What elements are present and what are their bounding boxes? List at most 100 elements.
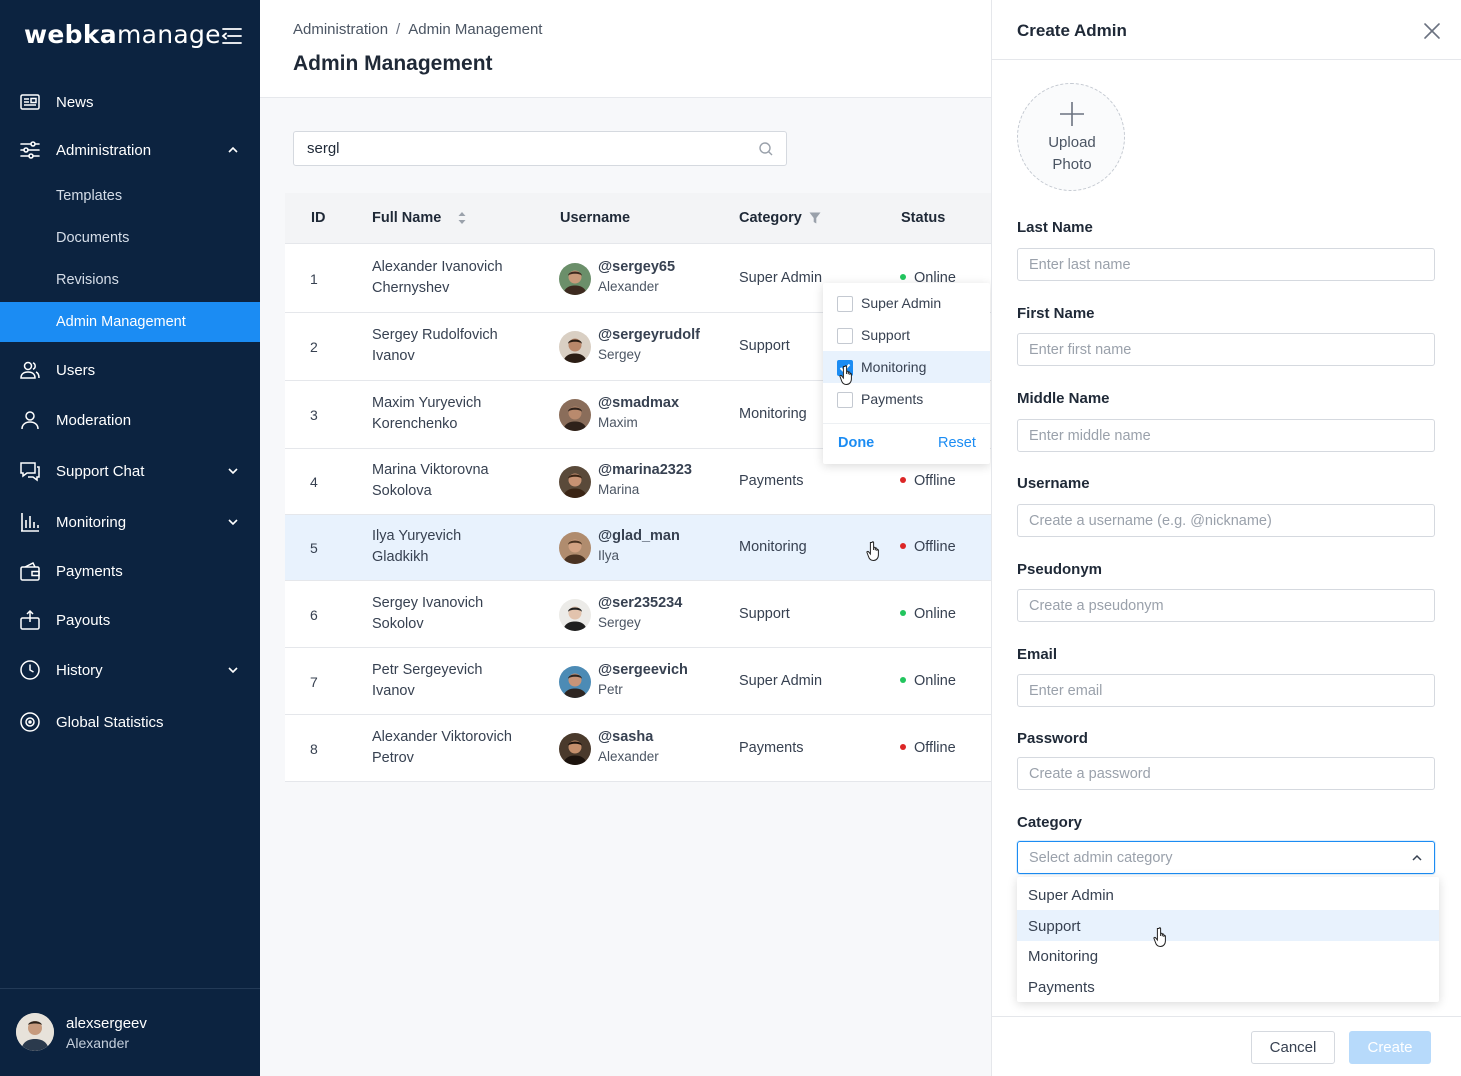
close-icon[interactable] [1423,22,1441,40]
placeholder: Create a username (e.g. @nickname) [1029,513,1272,529]
placeholder: Enter email [1029,683,1103,699]
category-option-monitoring[interactable]: Monitoring [1017,940,1439,971]
filter-option-super-admin[interactable]: Super Admin [823,287,990,319]
cell-full-name: Sergey Ivanovich Sokolov [372,594,484,632]
table-row[interactable]: 7 Petr Sergeyevich Ivanov @sergeevich Petr Su… [285,648,991,715]
column-header-username: Username [560,210,631,226]
avatar [559,532,591,564]
chevron-up-icon [226,143,240,157]
search-input[interactable]: sergl [293,131,787,166]
category-option-super-admin[interactable]: Super Admin [1017,879,1439,910]
sidebar-item-moderation[interactable]: Moderation [0,400,260,440]
last-name-input[interactable]: Enter last name [1017,248,1435,281]
category-label: Category [1017,814,1083,831]
current-user[interactable]: alexsergeev Alexander [0,988,260,1076]
sidebar-item-global-statistics[interactable]: Global Statistics [0,702,260,742]
table-row[interactable]: 8 Alexander Viktorovich Petrov @sasha Alexan… [285,715,991,782]
filter-reset-button[interactable]: Reset [938,435,976,451]
table-row[interactable]: 6 Sergey Ivanovich Sokolov @ser235234 Sergey… [285,581,991,648]
checkbox[interactable] [837,296,853,312]
sidebar-item-label: Payments [56,562,123,580]
password-label: Password [1017,730,1088,747]
checkbox[interactable] [837,328,853,344]
column-header-id: ID [311,210,326,226]
search-icon[interactable] [758,141,774,157]
sidebar-item-payouts[interactable]: Payouts [0,600,260,640]
table-row[interactable]: 5 Ilya Yuryevich Gladkikh @glad_man Ilya Moni… [285,515,991,581]
password-input[interactable]: Create a password [1017,757,1435,790]
cell-username: @smadmax Maxim [598,395,680,430]
column-header-category: Category [739,210,802,226]
filter-option-support[interactable]: Support [823,319,990,351]
first-name-input[interactable]: Enter first name [1017,333,1435,366]
cell-id: 5 [310,540,318,556]
sidebar: webkamanage News Administration Template… [0,0,260,1076]
sidebar-item-label: Admin Management [56,314,186,330]
breadcrumb-item[interactable]: Administration [293,21,388,38]
sort-icon[interactable] [456,211,468,225]
brand-logo[interactable]: webkamanage [24,20,221,49]
avatar [559,665,591,698]
category-option-payments[interactable]: Payments [1017,971,1439,1002]
page-header: Administration / Admin Management Admin Ma… [260,0,991,98]
username-input[interactable]: Create a username (e.g. @nickname) [1017,504,1435,537]
sidebar-item-payments[interactable]: Payments [0,551,260,591]
cell-id: 8 [310,740,318,757]
status-dot-icon [900,609,906,616]
sidebar-item-admin-management[interactable]: Admin Management [0,302,260,342]
column-header-full-name[interactable]: Full Name [372,210,441,226]
placeholder: Enter middle name [1029,428,1151,444]
sidebar-item-label: Monitoring [56,513,127,531]
status-badge: Offline [900,539,956,555]
page-title: Admin Management [293,52,493,75]
cell-id: 3 [310,407,318,423]
sidebar-item-documents[interactable]: Documents [0,218,260,258]
sidebar-item-support-chat[interactable]: Support Chat [0,451,260,491]
news-icon [19,91,41,113]
cell-username: @ser235234 Sergey [598,594,683,630]
user-name: alexsergeev [66,1015,147,1032]
column-header-status: Status [901,210,946,226]
sidebar-item-users[interactable]: Users [0,350,260,390]
cell-username: @glad_man Ilya [598,528,680,563]
category-select[interactable]: Select admin category [1017,841,1435,874]
filter-option-payments[interactable]: Payments [823,383,990,415]
create-button[interactable]: Create [1349,1031,1431,1064]
filter-done-button[interactable]: Done [838,435,874,451]
middle-name-label: Middle Name [1017,390,1110,407]
sidebar-item-news[interactable]: News [0,82,260,122]
sidebar-item-administration[interactable]: Administration [0,130,260,170]
cell-category: Super Admin [739,672,823,689]
sidebar-item-revisions[interactable]: Revisions [0,260,260,300]
breadcrumb-separator: / [396,21,401,38]
cancel-button[interactable]: Cancel [1251,1031,1335,1064]
filter-option-label: Monitoring [861,359,927,375]
user-subtitle: Alexander [66,1035,130,1051]
pseudonym-input[interactable]: Create a pseudonym [1017,589,1435,622]
filter-option-label: Support [861,327,911,343]
globe-icon [19,711,41,733]
chat-icon [19,460,41,482]
cell-id: 1 [310,270,318,287]
middle-name-input[interactable]: Enter middle name [1017,419,1435,452]
chevron-down-icon [226,663,240,677]
checkbox[interactable] [837,392,853,408]
filter-option-label: Super Admin [861,295,942,311]
email-input[interactable]: Enter email [1017,674,1435,707]
cell-category: Monitoring [739,539,807,555]
sidebar-item-monitoring[interactable]: Monitoring [0,502,260,542]
avatar [559,598,591,631]
sidebar-item-templates[interactable]: Templates [0,176,260,216]
hand-cursor-icon [839,364,857,386]
breadcrumb: Administration / Admin Management [293,21,542,38]
sidebar-item-history[interactable]: History [0,650,260,690]
cell-full-name: Alexander Viktorovich Petrov [372,728,512,766]
drawer-title: Create Admin [1017,21,1127,40]
upload-photo-button[interactable]: Upload Photo [1017,83,1125,191]
filter-icon[interactable] [809,211,821,225]
create-admin-drawer: Create Admin Upload Photo Last Name Enter… [991,0,1461,1076]
menu-collapse-icon[interactable] [220,24,244,48]
category-option-support[interactable]: Support [1017,910,1439,941]
cell-full-name: Marina Viktorovna Sokolova [372,462,489,499]
option-label: Super Admin [1028,887,1114,904]
